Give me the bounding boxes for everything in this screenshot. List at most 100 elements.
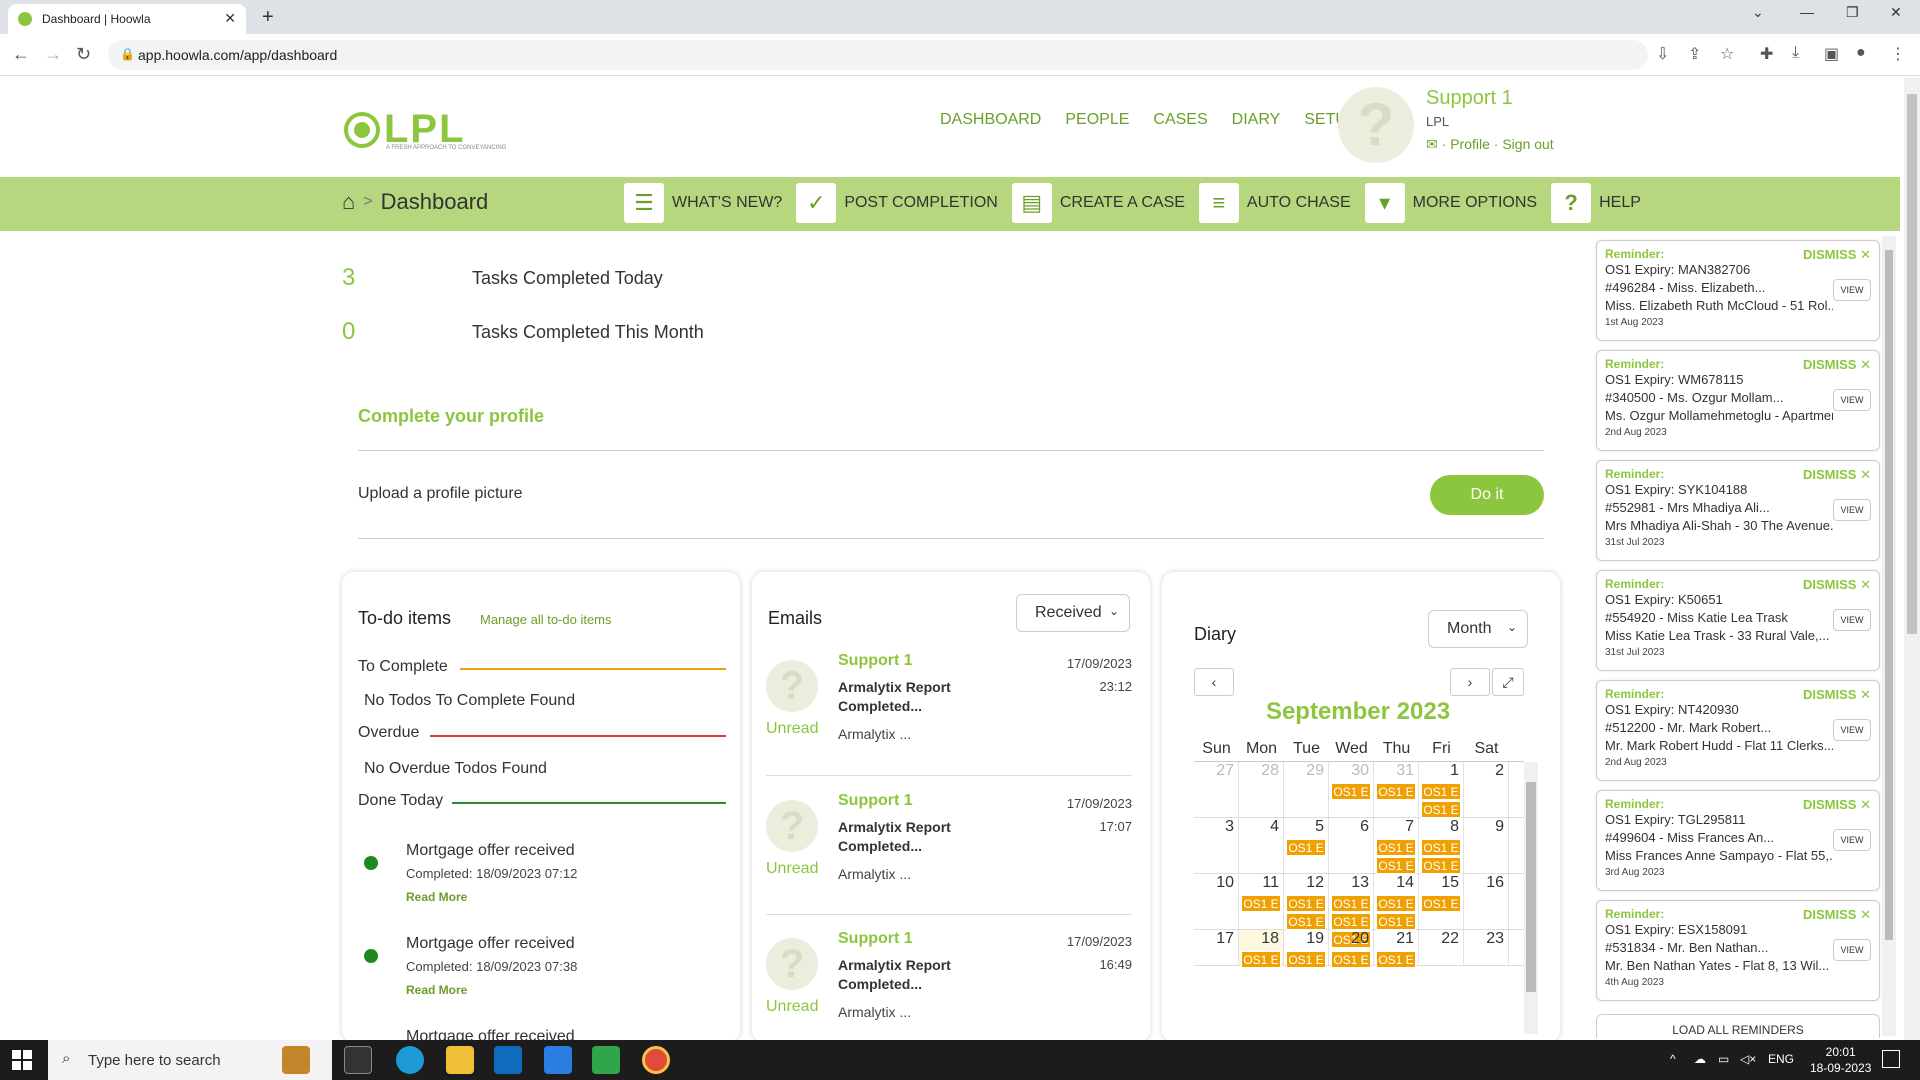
side-panel-icon[interactable]: ▣ (1824, 44, 1839, 64)
install-icon[interactable]: ⇩ (1656, 44, 1669, 64)
envelope-icon[interactable]: ✉ (1426, 136, 1438, 152)
read-more-link[interactable]: Read More (406, 890, 467, 904)
email-filter-select[interactable]: Received ⌄ (1016, 594, 1130, 632)
manage-todos-link[interactable]: Manage all to-do items (480, 612, 612, 627)
calendar-day-cell[interactable]: 27 (1194, 762, 1239, 817)
dismiss-button[interactable]: DISMISS ✕ (1803, 247, 1871, 263)
calendar-day-cell[interactable]: 30 OS1 E (1329, 762, 1374, 817)
profile-icon[interactable]: ● (1856, 44, 1866, 62)
prev-month-button[interactable]: ‹ (1194, 668, 1234, 696)
scrollbar-thumb[interactable] (1885, 250, 1893, 940)
calendar-day-cell[interactable]: 29 (1284, 762, 1329, 817)
calendar-event[interactable]: OS1 E (1331, 913, 1371, 930)
task-view-icon[interactable] (344, 1046, 372, 1074)
windows-start-icon[interactable] (12, 1050, 32, 1070)
calendar-day-cell[interactable]: 11 OS1 E (1239, 874, 1284, 929)
nav-diary[interactable]: DIARY (1232, 111, 1281, 129)
menu-icon[interactable]: ⋮ (1890, 44, 1906, 64)
calendar-day-cell[interactable]: 9 (1464, 818, 1509, 873)
calendar-day-cell[interactable]: 8 OS1 E OS1 E (1419, 818, 1464, 874)
load-all-reminders-button[interactable]: LOAD ALL REMINDERS (1596, 1014, 1880, 1038)
dismiss-button[interactable]: DISMISS ✕ (1803, 467, 1871, 483)
minimize-icon[interactable]: — (1800, 4, 1814, 20)
diary-view-select[interactable]: Month ⌄ (1428, 610, 1528, 648)
tray-chevron-up-icon[interactable]: ^ (1670, 1052, 1676, 1066)
calendar-day-cell[interactable]: 14 OS1 E OS1 E (1374, 874, 1419, 930)
calendar-event[interactable]: OS1 E (1376, 783, 1416, 800)
view-button[interactable]: VIEW (1833, 279, 1871, 301)
create-case-button[interactable]: ▤ CREATE A CASE (1011, 183, 1185, 223)
calendar-event[interactable]: OS1 E (1241, 951, 1281, 968)
calendar-day-cell[interactable]: 20 OS1 E (1329, 930, 1374, 968)
dismiss-button[interactable]: DISMISS ✕ (1803, 797, 1871, 813)
share-icon[interactable]: ⇪ (1688, 44, 1701, 64)
outlook-icon[interactable] (494, 1046, 522, 1074)
calendar-day-cell[interactable]: 10 (1194, 874, 1239, 929)
profile-link[interactable]: Profile (1450, 136, 1490, 152)
read-more-link[interactable]: Read More (406, 983, 467, 997)
notifications-icon[interactable] (1882, 1050, 1900, 1068)
calendar-event[interactable]: OS1 E (1421, 783, 1461, 800)
whats-new-button[interactable]: ☰ WHAT'S NEW? (624, 183, 782, 223)
help-button[interactable]: ? HELP (1551, 183, 1641, 223)
scrollbar-thumb[interactable] (1907, 94, 1917, 634)
bookmark-star-icon[interactable]: ☆ (1720, 44, 1734, 64)
dismiss-button[interactable]: DISMISS ✕ (1803, 357, 1871, 373)
auto-chase-button[interactable]: ≡ AUTO CHASE (1198, 183, 1351, 223)
calendar-day-cell[interactable]: 28 (1239, 762, 1284, 817)
view-button[interactable]: VIEW (1833, 499, 1871, 521)
calendar-event[interactable]: OS1 E (1331, 895, 1371, 912)
view-button[interactable]: VIEW (1833, 939, 1871, 961)
address-bar[interactable]: 🔒 app.hoowla.com/app/dashboard (108, 40, 1648, 70)
calendar-day-cell[interactable]: 7 OS1 E OS1 E (1374, 818, 1419, 874)
cloud-icon[interactable]: ☁ (1694, 1052, 1706, 1066)
reminders-scrollbar[interactable] (1882, 236, 1896, 1036)
media-app-icon[interactable] (592, 1046, 620, 1074)
signout-link[interactable]: Sign out (1502, 136, 1553, 152)
volume-icon[interactable]: ◁× (1740, 1052, 1756, 1066)
calendar-event[interactable]: OS1 E (1286, 895, 1326, 912)
calendar-event[interactable]: OS1 E (1421, 895, 1461, 912)
close-window-icon[interactable]: ✕ (1890, 4, 1902, 21)
next-month-button[interactable]: › (1450, 668, 1490, 696)
network-icon[interactable]: ▭ (1718, 1052, 1729, 1066)
reload-icon[interactable]: ↻ (76, 44, 91, 65)
calendar-day-cell[interactable]: 22 (1419, 930, 1464, 965)
calendar-event[interactable]: OS1 E (1421, 857, 1461, 874)
fullscreen-button[interactable]: ⤢ (1492, 668, 1524, 696)
calendar-day-cell[interactable]: 15 OS1 E (1419, 874, 1464, 929)
file-explorer-icon[interactable] (446, 1046, 474, 1074)
nav-cases[interactable]: CASES (1153, 111, 1207, 129)
calendar-day-cell[interactable]: 2 (1464, 762, 1509, 817)
calendar-day-cell[interactable]: 4 (1239, 818, 1284, 873)
forward-icon[interactable]: → (44, 44, 62, 65)
view-button[interactable]: VIEW (1833, 829, 1871, 851)
page-scrollbar[interactable] (1904, 78, 1920, 1040)
lpl-logo[interactable]: LPL A FRESH APPROACH TO CONVEYANCING (344, 107, 506, 152)
nav-people[interactable]: PEOPLE (1065, 111, 1129, 129)
downloads-icon[interactable]: ⤓ (1792, 44, 1799, 62)
calendar-event[interactable]: OS1 E (1241, 895, 1281, 912)
dismiss-button[interactable]: DISMISS ✕ (1803, 907, 1871, 923)
view-button[interactable]: VIEW (1833, 389, 1871, 411)
language-indicator[interactable]: ENG (1768, 1052, 1794, 1066)
edge-icon[interactable] (396, 1046, 424, 1074)
restore-icon[interactable]: ❐ (1846, 4, 1859, 21)
calendar-day-cell[interactable]: 18 OS1 E (1239, 930, 1284, 968)
calendar-event[interactable]: OS1 E (1376, 895, 1416, 912)
calendar-day-cell[interactable]: 31 OS1 E (1374, 762, 1419, 817)
calendar-day-cell[interactable]: 16 (1464, 874, 1509, 929)
calendar-event[interactable]: OS1 E (1331, 783, 1371, 800)
calendar-day-cell[interactable]: 21 OS1 E (1374, 930, 1419, 968)
calendar-event[interactable]: OS1 E (1421, 801, 1461, 818)
calendar-event[interactable]: OS1 E (1331, 951, 1371, 968)
calendar-day-cell[interactable]: 6 (1329, 818, 1374, 873)
calendar-day-cell[interactable]: 13 OS1 E OS1 E OS1 E (1329, 874, 1374, 948)
extensions-icon[interactable]: ✚ (1760, 44, 1773, 64)
calendar-event[interactable]: OS1 E (1376, 913, 1416, 930)
dismiss-button[interactable]: DISMISS ✕ (1803, 577, 1871, 593)
taskbar-clock[interactable]: 20:01 18-09-2023 (1810, 1044, 1871, 1076)
more-options-button[interactable]: ▾ MORE OPTIONS (1364, 183, 1537, 223)
calendar-day-cell[interactable]: 3 (1194, 818, 1239, 873)
email-row[interactable]: ? Unread Support 1 Armalytix Report Comp… (766, 928, 1132, 1042)
